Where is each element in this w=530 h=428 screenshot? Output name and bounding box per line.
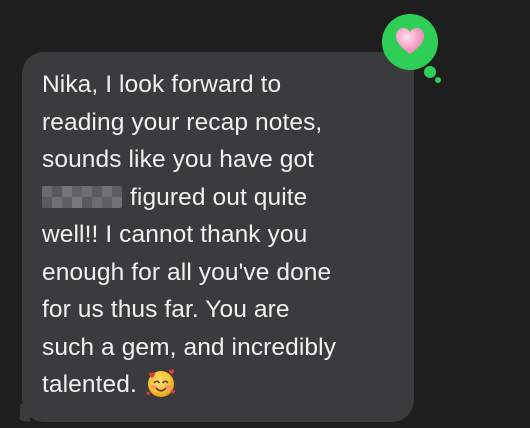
conversation-view: Nika, I look forward to reading your rec… [0, 0, 530, 428]
message-line-last: talented. [42, 366, 396, 404]
message-line-text: figured out quite [130, 183, 308, 211]
reaction-bubble-dot-small [435, 77, 441, 83]
redacted-name-block [42, 185, 122, 208]
smiling-face-with-hearts-icon [145, 367, 177, 399]
message-line: such a gem, and incredibly [42, 333, 337, 361]
message-line: sounds like you have got [42, 146, 315, 173]
incoming-message-bubble[interactable]: Nika, I look forward to reading your rec… [22, 52, 414, 422]
message-text: Nika, I look forward to reading your rec… [42, 66, 396, 404]
message-line: reading your recap notes, [42, 108, 323, 136]
message-line: Nika, I look forward to [42, 71, 282, 98]
message-line: for us thus far. You are [42, 296, 290, 323]
message-line: well!! I cannot thank you [42, 221, 308, 248]
reaction-bubble-dot [424, 66, 436, 78]
bubble-tail-mask [4, 404, 20, 428]
message-line-text: talented. [42, 371, 137, 398]
message-line-with-redaction: figured out quite [42, 179, 396, 217]
message-line: enough for all you've done [42, 258, 332, 286]
pink-heart-icon [392, 23, 428, 59]
